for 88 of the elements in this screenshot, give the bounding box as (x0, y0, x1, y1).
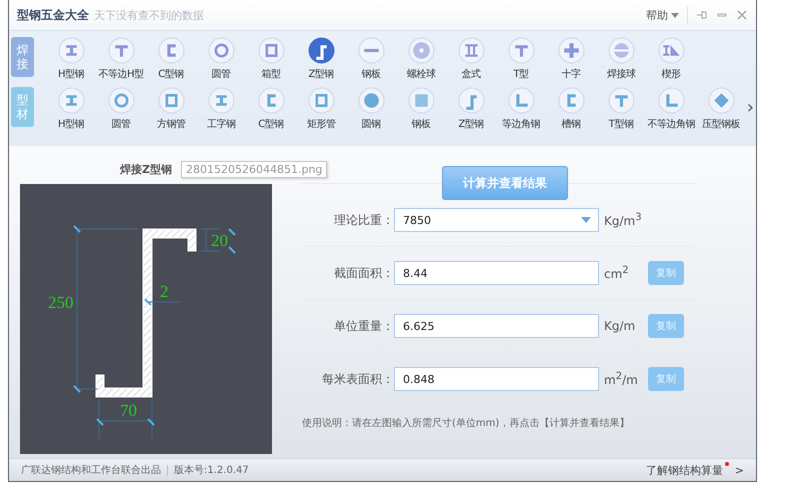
dimension-label[interactable]: 20 (211, 231, 228, 250)
profile-item[interactable]: 矩形管 (296, 87, 346, 131)
profile-item[interactable]: H型钢 (46, 87, 96, 131)
profile-icon (608, 37, 634, 64)
profile-item[interactable]: 螺栓球 (396, 37, 446, 81)
profile-icon (558, 37, 584, 64)
dimension-label[interactable]: 2 (160, 282, 168, 301)
profile-item[interactable]: T型 (496, 37, 546, 81)
profile-icon (458, 87, 484, 114)
instructions-text: 使用说明：请在左图输入所需尺寸(单位mm)，再点击【计算并查看结果】 (302, 416, 630, 430)
profile-item[interactable]: 十字 (546, 37, 596, 81)
profile-icon (258, 87, 284, 114)
pin-icon[interactable] (696, 9, 708, 21)
version-text: 版本号:1.2.0.47 (174, 464, 249, 477)
profile-icon (258, 37, 284, 64)
profile-item[interactable]: 圆钢 (346, 87, 396, 131)
profile-icon (358, 37, 384, 64)
profile-icon (308, 87, 334, 114)
profile-item[interactable]: Z型钢 (296, 37, 346, 81)
profile-item[interactable]: 压型钢板 (696, 87, 746, 131)
profile-item[interactable]: 槽钢 (546, 87, 596, 131)
profile-icon (158, 37, 184, 64)
profile-item[interactable]: T型钢 (596, 87, 646, 131)
profile-item[interactable]: 圆管 (96, 87, 146, 131)
help-menu[interactable]: 帮助 (640, 8, 685, 22)
profile-item[interactable]: H型钢 (46, 37, 96, 81)
profile-icon (58, 87, 84, 114)
profile-item[interactable]: 钢板 (346, 37, 396, 81)
profile-icon (158, 87, 184, 114)
profile-item[interactable]: 焊接球 (596, 37, 646, 81)
close-icon[interactable] (736, 9, 748, 21)
field-label: 单位重量： (333, 318, 394, 334)
profile-icon (658, 87, 684, 114)
profile-item[interactable]: 工字钢 (196, 87, 246, 131)
profile-icon (658, 37, 684, 64)
profile-icon (708, 87, 734, 114)
profile-icon (608, 87, 634, 114)
section-caption: 焊接Z型钢 (120, 162, 172, 178)
profile-item[interactable]: 钢板 (396, 87, 446, 131)
info-link[interactable]: 了解钢结构算量 (646, 462, 729, 478)
link-arrow: > (734, 464, 744, 476)
profile-item[interactable]: 方钢管 (146, 87, 196, 131)
profile-icon (458, 37, 484, 64)
dropdown-field[interactable]: 7850 (394, 208, 599, 232)
profile-icon (508, 87, 534, 114)
profile-icon (108, 37, 134, 64)
profile-icon (558, 87, 584, 114)
profile-item[interactable]: 盒式 (446, 37, 496, 81)
profile-item[interactable]: 等边角钢 (496, 87, 546, 131)
next-button[interactable]: › (746, 97, 754, 118)
field-label: 截面面积： (333, 264, 394, 282)
caret-icon[interactable] (581, 217, 591, 223)
profile-icon (308, 37, 334, 64)
profile-item[interactable]: C型钢 (246, 87, 296, 131)
profile-icon (508, 37, 534, 64)
tooltip: 2801520526044851.png (181, 161, 328, 178)
unit-label: Kg/m$^{3}$ (604, 212, 643, 228)
input-field[interactable]: 0.848 (394, 367, 599, 391)
profile-icon (108, 87, 134, 114)
app-slogan: 天下没有查不到的数据 (94, 8, 204, 22)
unit-label: m$^{2}$/m (604, 371, 639, 387)
profile-icon (58, 37, 84, 64)
caret-icon (671, 12, 679, 18)
field-label: 理论比重： (333, 212, 394, 228)
profile-item[interactable]: 不等边H型 (96, 37, 146, 81)
width-dimension (96, 398, 155, 440)
profile-item[interactable]: 楔形 (646, 37, 696, 81)
profile-icon (408, 37, 434, 64)
profile-icon (208, 87, 234, 114)
profile-item[interactable]: 不等边角钢 (646, 87, 696, 131)
profile-icon (208, 37, 234, 64)
profile-icon (408, 87, 434, 114)
profile-item[interactable]: C型钢 (146, 37, 196, 81)
app-title: 型钢五金大全 (17, 6, 89, 24)
unit-label: Kg/m (604, 319, 636, 333)
profile-item[interactable]: Z型钢 (446, 87, 496, 131)
field-label: 每米表面积： (321, 370, 394, 388)
profile-icon (358, 87, 384, 114)
profile-item[interactable]: 圆管 (196, 37, 246, 81)
input-field[interactable]: 6.625 (394, 314, 599, 338)
lip-dimension (200, 228, 236, 254)
dimension-label[interactable]: 250 (48, 293, 74, 312)
dimension-label[interactable]: 70 (120, 401, 137, 420)
unit-label: cm$^{2}$ (604, 265, 630, 281)
input-field[interactable]: 8.44 (394, 261, 599, 285)
profile-item[interactable]: 箱型 (246, 37, 296, 81)
thickness-dimension (144, 298, 182, 306)
credit-text: 广联达钢结构和工作台联合出品 (21, 464, 161, 477)
